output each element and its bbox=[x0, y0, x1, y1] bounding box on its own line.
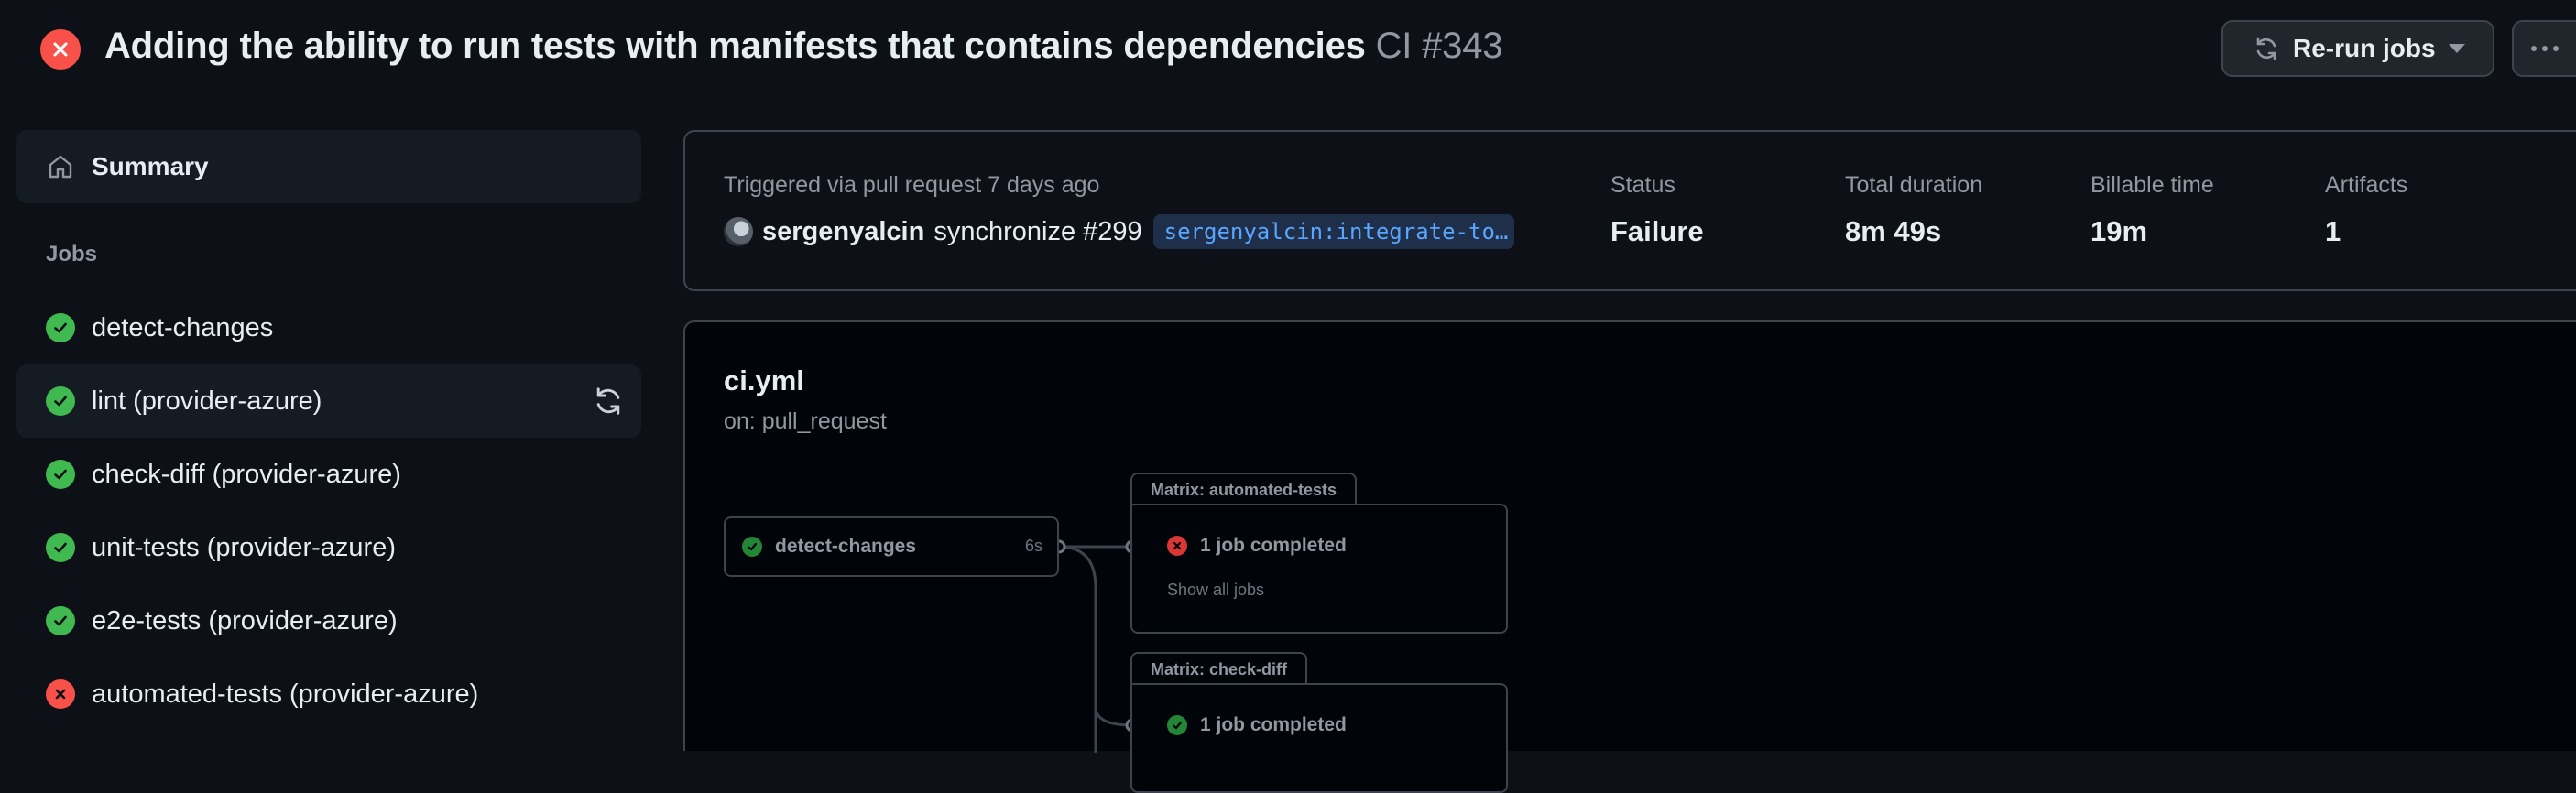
actor-link[interactable]: sergenyalcin bbox=[762, 217, 924, 247]
sidebar-job-lint[interactable]: lint (provider-azure) bbox=[16, 364, 641, 438]
sidebar-job-unit-tests[interactable]: unit-tests (provider-azure) bbox=[16, 511, 641, 584]
stat-artifacts[interactable]: Artifacts 1 bbox=[2325, 172, 2407, 248]
stat-value: 8m 49s bbox=[1845, 215, 1942, 247]
stat-value: 19m bbox=[2090, 215, 2148, 247]
workflow-graph: ci.yml on: pull_request detect-changes 6… bbox=[683, 320, 2576, 793]
check-circle-icon bbox=[742, 537, 762, 557]
sidebar-job-automated-tests[interactable]: automated-tests (provider-azure) bbox=[16, 657, 641, 731]
rerun-jobs-label: Re-run jobs bbox=[2293, 34, 2436, 62]
stat-total-duration: Total duration 8m 49s bbox=[1845, 172, 1982, 248]
job-label: detect-changes bbox=[92, 312, 274, 342]
stat-label: Billable time bbox=[2090, 172, 2214, 198]
stat-label: Status bbox=[1610, 172, 1675, 198]
stat-label: Total duration bbox=[1845, 172, 1983, 198]
x-circle-icon bbox=[1167, 536, 1187, 556]
sidebar-item-summary[interactable]: Summary bbox=[16, 130, 641, 203]
matrix-title-check-diff: Matrix: check-diff bbox=[1130, 652, 1308, 685]
matrix-check-diff[interactable]: 1 job completed bbox=[1130, 683, 1508, 793]
run-title: Adding the ability to run tests with man… bbox=[104, 26, 1366, 66]
jobs-heading: Jobs bbox=[46, 242, 98, 266]
check-circle-icon bbox=[46, 533, 75, 562]
x-circle-icon bbox=[46, 679, 75, 709]
sync-icon bbox=[2256, 37, 2276, 60]
stat-billable-time: Billable time 19m bbox=[2090, 172, 2214, 248]
matrix-summary[interactable]: 1 job completed bbox=[1167, 535, 1347, 557]
graph-job-duration: 6s bbox=[1024, 537, 1042, 555]
matrix-automated-tests[interactable]: 1 job completed Show all jobs bbox=[1130, 504, 1508, 634]
chevron-down-icon bbox=[2448, 44, 2465, 53]
stat-value[interactable]: 1 bbox=[2325, 215, 2407, 248]
stat-status: Status Failure bbox=[1610, 172, 1704, 248]
trigger-details: sergenyalcin synchronize #299 sergenyalc… bbox=[724, 214, 1514, 249]
job-label: check-diff (provider-azure) bbox=[92, 459, 401, 489]
event-link[interactable]: synchronize #299 bbox=[933, 217, 1141, 247]
x-circle-icon bbox=[40, 29, 81, 70]
matrix-title-automated-tests: Matrix: automated-tests bbox=[1130, 473, 1358, 505]
rerun-jobs-button[interactable]: Re-run jobs bbox=[2221, 20, 2494, 77]
check-circle-icon bbox=[46, 386, 75, 416]
avatar[interactable] bbox=[724, 217, 753, 246]
matrix-summary-label: 1 job completed bbox=[1200, 535, 1347, 556]
sidebar-job-detect-changes[interactable]: detect-changes bbox=[16, 291, 641, 364]
check-circle-icon bbox=[1167, 715, 1187, 735]
run-summary-card: Triggered via pull request 7 days ago se… bbox=[683, 130, 2576, 291]
job-label: automated-tests (provider-azure) bbox=[92, 679, 479, 709]
show-all-jobs-link[interactable]: Show all jobs bbox=[1167, 581, 1264, 600]
graph-job-detect-changes[interactable]: detect-changes 6s bbox=[724, 516, 1059, 577]
more-options-button[interactable] bbox=[2512, 20, 2576, 77]
sidebar-job-e2e-tests[interactable]: e2e-tests (provider-azure) bbox=[16, 584, 641, 657]
rerun-job-icon[interactable] bbox=[592, 385, 625, 418]
check-circle-icon bbox=[46, 313, 75, 342]
sidebar-item-label: Summary bbox=[92, 152, 209, 180]
sidebar-job-check-diff[interactable]: check-diff (provider-azure) bbox=[16, 438, 641, 511]
trigger-text: Triggered via pull request 7 days ago bbox=[724, 172, 1100, 198]
stat-label: Artifacts bbox=[2325, 172, 2408, 198]
job-label: e2e-tests (provider-azure) bbox=[92, 605, 398, 635]
kebab-horizontal-icon bbox=[2531, 46, 2537, 51]
page-title: Adding the ability to run tests with man… bbox=[104, 26, 1503, 67]
run-header: Adding the ability to run tests with man… bbox=[0, 0, 2576, 101]
matrix-summary[interactable]: 1 job completed bbox=[1167, 714, 1347, 736]
branch-label[interactable]: sergenyalcin:integrate-to… bbox=[1152, 214, 1514, 249]
stat-value: Failure bbox=[1610, 215, 1704, 247]
run-number: CI #343 bbox=[1375, 26, 1503, 66]
home-icon bbox=[49, 155, 72, 179]
check-circle-icon bbox=[46, 460, 75, 489]
graph-job-label: detect-changes bbox=[775, 536, 917, 557]
job-label: lint (provider-azure) bbox=[92, 386, 322, 416]
check-circle-icon bbox=[46, 606, 75, 635]
matrix-summary-label: 1 job completed bbox=[1200, 714, 1347, 735]
job-label: unit-tests (provider-azure) bbox=[92, 532, 396, 562]
